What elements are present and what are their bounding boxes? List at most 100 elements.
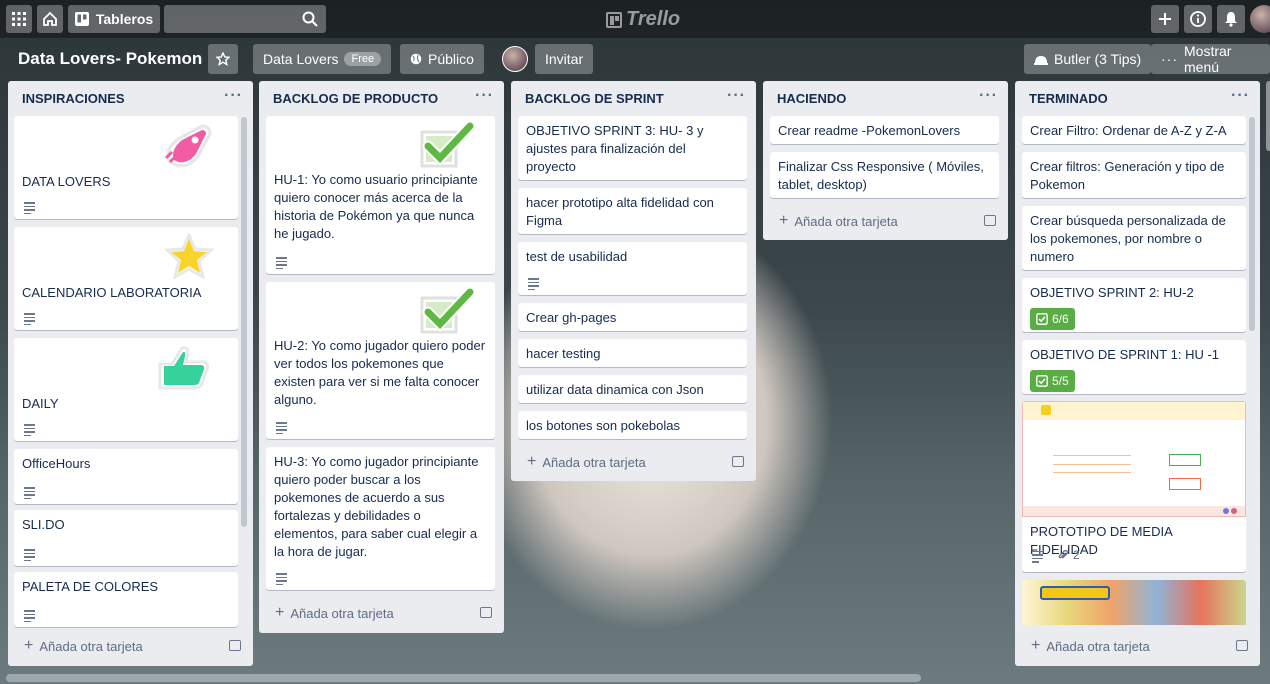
card-title: OBJETIVO SPRINT 3: HU- 3 y ajustes para … xyxy=(526,123,704,174)
trello-logo[interactable]: Trello xyxy=(606,8,680,31)
list-menu-icon[interactable]: ··· xyxy=(727,87,746,105)
team-name: Data Lovers xyxy=(263,51,339,67)
card-title: SLI.DO xyxy=(22,517,65,532)
list-item[interactable]: PROTOTIPO DE MEDIA FIDELIDAD 2 xyxy=(1022,401,1246,572)
list-header[interactable]: BACKLOG DE SPRINT ··· xyxy=(511,81,756,115)
list-menu-icon[interactable]: ··· xyxy=(475,87,494,105)
board-horizontal-scrollbar[interactable] xyxy=(6,674,921,682)
list-item[interactable]: Crear filtros: Generación y tipo de Poke… xyxy=(1022,152,1246,198)
list-menu-icon[interactable]: ··· xyxy=(1231,87,1250,105)
card-title: hacer testing xyxy=(526,346,601,361)
add-card-button[interactable]: + Añada otra tarjeta xyxy=(779,212,898,230)
list-item[interactable]: hacer prototipo alta fidelidad con Figma xyxy=(518,188,747,234)
plus-icon: + xyxy=(779,212,789,229)
home-icon[interactable] xyxy=(37,5,63,33)
list-item[interactable]: Finalizar Css Responsive ( Móviles, tabl… xyxy=(770,152,999,198)
list-item[interactable]: PALETA DE COLORES xyxy=(14,572,238,627)
card-title: Finalizar Css Responsive ( Móviles, tabl… xyxy=(778,159,984,192)
template-icon[interactable] xyxy=(229,640,241,651)
list-item[interactable] xyxy=(1022,580,1246,625)
invite-button[interactable]: Invitar xyxy=(535,44,594,74)
list-haciendo: HACIENDO ··· Crear readme -PokemonLovers… xyxy=(763,81,1008,240)
list-header[interactable]: INSPIRACIONES ··· xyxy=(8,81,253,115)
card-title: OfficeHours xyxy=(22,456,91,471)
list-header[interactable]: BACKLOG DE PRODUCTO ··· xyxy=(259,81,504,115)
description-icon xyxy=(24,313,35,325)
description-icon xyxy=(1032,550,1043,563)
card-title: OBJETIVO SPRINT 2: HU-2 xyxy=(1030,285,1194,300)
search-input[interactable] xyxy=(164,5,326,33)
list-item[interactable]: utilizar data dinamica con Json xyxy=(518,375,747,403)
butler-button[interactable]: Butler (3 Tips) xyxy=(1024,44,1152,74)
list-backlog-producto: BACKLOG DE PRODUCTO ··· HU-1: Yo como us… xyxy=(259,81,504,633)
board-title[interactable]: Data Lovers- Pokemon xyxy=(18,49,202,69)
card-title: DAILY xyxy=(22,396,59,411)
checklist-icon xyxy=(1036,375,1048,387)
card-title: Crear búsqueda personalizada de los poke… xyxy=(1030,213,1226,264)
boards-button[interactable]: Tableros xyxy=(68,5,160,33)
add-card-button[interactable]: + Añada otra tarjeta xyxy=(275,604,394,622)
card-cover-image xyxy=(1022,580,1246,625)
list-item[interactable]: Crear búsqueda personalizada de los poke… xyxy=(1022,206,1246,270)
list-title: TERMINADO xyxy=(1029,91,1108,106)
add-card-button[interactable]: + Añada otra tarjeta xyxy=(527,453,646,471)
list-title: INSPIRACIONES xyxy=(22,91,125,106)
bell-icon[interactable] xyxy=(1217,5,1245,33)
star-board-button[interactable] xyxy=(208,44,238,74)
list-header[interactable]: TERMINADO ··· xyxy=(1015,81,1260,115)
star-icon xyxy=(216,52,230,66)
template-icon[interactable] xyxy=(984,215,996,226)
add-card-button[interactable]: + Añada otra tarjeta xyxy=(24,637,143,655)
list-menu-icon[interactable]: ··· xyxy=(979,87,998,105)
list-item[interactable]: OBJETIVO DE SPRINT 1: HU -1 5/5 xyxy=(1022,340,1246,394)
list-item[interactable]: Crear gh-pages xyxy=(518,303,747,331)
list-menu-icon[interactable]: ··· xyxy=(224,87,243,105)
visibility-button[interactable]: Público xyxy=(400,44,484,74)
list-item[interactable]: hacer testing xyxy=(518,339,747,367)
list-item[interactable]: SLI.DO xyxy=(14,510,238,566)
list-item[interactable]: DAILY xyxy=(14,338,238,441)
team-button[interactable]: Data Lovers Free xyxy=(253,44,392,74)
user-avatar[interactable] xyxy=(1250,5,1270,33)
card-title: Crear filtros: Generación y tipo de Poke… xyxy=(1030,159,1225,192)
description-icon xyxy=(24,202,35,214)
list-item[interactable]: OBJETIVO SPRINT 2: HU-2 6/6 xyxy=(1022,278,1246,332)
show-menu-button[interactable]: ··· Mostrar menú xyxy=(1151,43,1270,75)
description-icon xyxy=(24,487,35,499)
template-icon[interactable] xyxy=(480,607,492,618)
list-title: HACIENDO xyxy=(777,91,847,106)
list-item[interactable]: OfficeHours xyxy=(14,449,238,504)
list-item[interactable]: HU-1: Yo como usuario principiante quier… xyxy=(266,116,495,274)
list-item[interactable]: HU-2: Yo como jugador quiero poder ver t… xyxy=(266,282,495,439)
list-item[interactable]: test de usabilidad xyxy=(518,242,747,295)
star-sticker xyxy=(164,233,214,279)
plus-icon: + xyxy=(527,453,537,470)
list-item[interactable]: OBJETIVO SPRINT 3: HU- 3 y ajustes para … xyxy=(518,116,747,180)
description-icon xyxy=(24,549,35,561)
plus-icon[interactable] xyxy=(1151,5,1179,33)
card-title: HU-2: Yo como jugador quiero poder ver t… xyxy=(274,338,486,407)
member-avatar[interactable] xyxy=(502,46,528,72)
plan-badge: Free xyxy=(344,52,382,66)
list-scrollbar[interactable] xyxy=(241,117,247,527)
search-icon xyxy=(302,11,318,27)
add-list-edge[interactable] xyxy=(1266,81,1270,151)
card-title: HU-3: Yo como jugador principiante quier… xyxy=(274,454,479,559)
apps-grid-icon[interactable] xyxy=(6,5,32,33)
list-item[interactable]: Crear readme -PokemonLovers xyxy=(770,116,999,144)
list-item[interactable]: los botones son pokebolas xyxy=(518,411,747,439)
plus-icon: + xyxy=(24,637,34,654)
card-title: hacer prototipo alta fidelidad con Figma xyxy=(526,195,714,228)
info-icon[interactable] xyxy=(1184,5,1212,33)
list-header[interactable]: HACIENDO ··· xyxy=(763,81,1008,115)
card-title: PALETA DE COLORES xyxy=(22,579,159,594)
list-item[interactable]: CALENDARIO LABORATORIA xyxy=(14,227,238,330)
list-title: BACKLOG DE SPRINT xyxy=(525,91,664,106)
list-item[interactable]: DATA LOVERS xyxy=(14,116,238,219)
template-icon[interactable] xyxy=(1236,640,1248,651)
list-item[interactable]: Crear Filtro: Ordenar de A-Z y Z-A xyxy=(1022,116,1246,144)
add-card-button[interactable]: + Añada otra tarjeta xyxy=(1031,637,1150,655)
template-icon[interactable] xyxy=(732,456,744,467)
list-item[interactable]: HU-3: Yo como jugador principiante quier… xyxy=(266,447,495,590)
card-badges: 2 xyxy=(1032,546,1080,564)
